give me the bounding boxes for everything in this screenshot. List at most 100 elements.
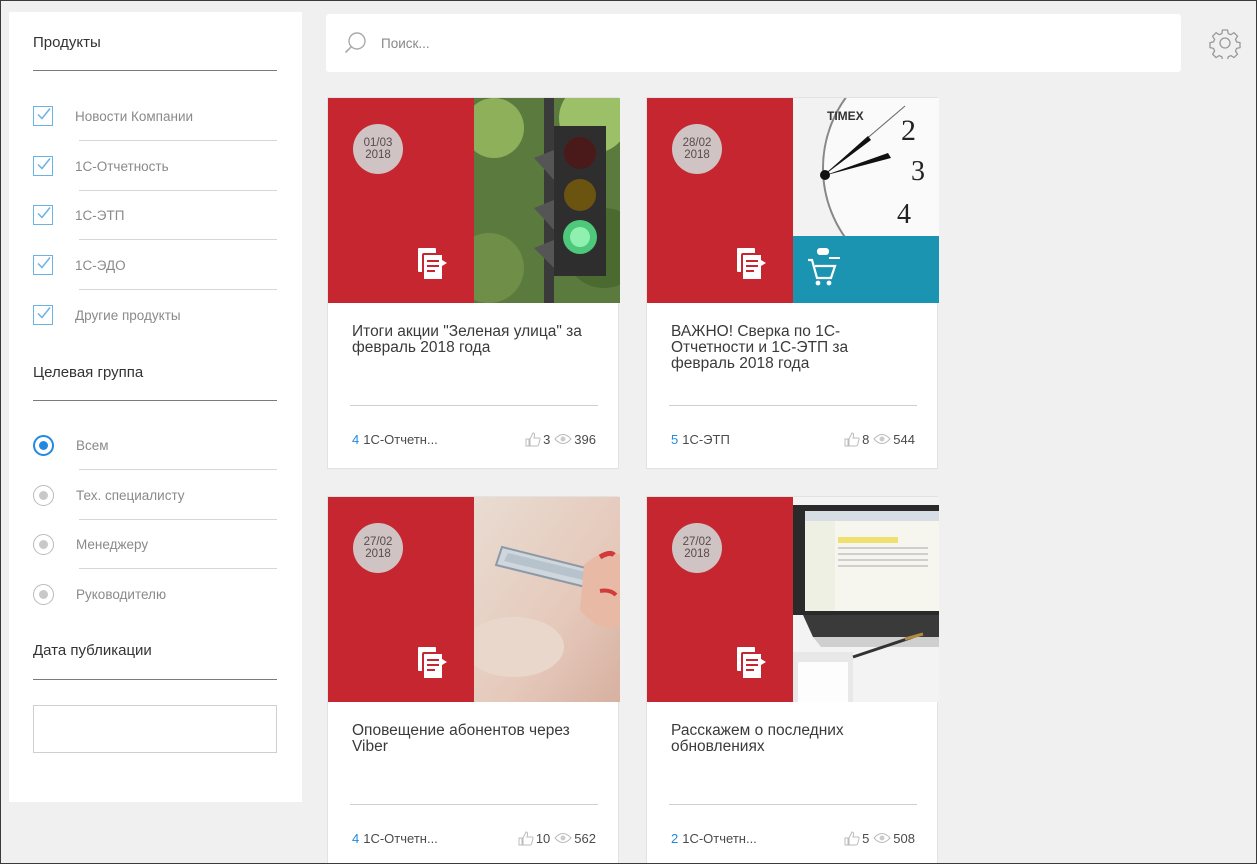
svg-text:4: 4: [897, 199, 911, 230]
radio-unselected[interactable]: [33, 583, 54, 605]
svg-text:TIMEX: TIMEX: [827, 109, 864, 123]
audience-option-director[interactable]: Руководителю: [33, 569, 277, 619]
card-stats: 5 508: [844, 831, 915, 846]
date-year: 2018: [684, 548, 710, 560]
date-heading: Дата публикации: [33, 642, 152, 659]
phone-hand-photo: [474, 497, 620, 702]
svg-text:2: 2: [901, 114, 916, 147]
divider: [33, 400, 277, 401]
card-title: Расскажем о последних обновлениях: [671, 722, 844, 755]
checkbox-checked[interactable]: [33, 106, 53, 126]
laptop-photo: [793, 497, 939, 702]
filter-label: 1С-ЭТП: [75, 207, 125, 223]
likes-count: 8: [862, 431, 870, 447]
radio-unselected[interactable]: [33, 533, 54, 555]
date-badge: 27/02 2018: [353, 523, 403, 573]
audience-option-all[interactable]: Всем: [33, 420, 277, 470]
eye-icon: [873, 434, 891, 444]
checkbox-checked[interactable]: [33, 156, 53, 176]
option-label: Тех. специалисту: [76, 487, 185, 503]
thumbs-up-icon[interactable]: [844, 830, 860, 846]
product-tag[interactable]: 1С-Отчетн...: [363, 831, 438, 846]
traffic-light-photo: [474, 98, 620, 303]
option-label: Всем: [76, 437, 109, 453]
card-red-panel: 28/02 2018: [647, 98, 793, 303]
divider: [33, 679, 277, 680]
product-count: 4: [352, 830, 360, 846]
checkbox-checked[interactable]: [33, 205, 53, 225]
divider: [350, 405, 598, 406]
checkbox-checked[interactable]: [33, 305, 53, 325]
search-icon: [344, 32, 366, 54]
news-card[interactable]: 28/02 2018 TIMEX 2 3 4 ВАЖНО! Сверка по …: [646, 97, 939, 469]
product-filter-other[interactable]: Другие продукты: [33, 290, 277, 340]
eye-icon: [873, 833, 891, 843]
card-stats: 8 544: [844, 432, 915, 447]
likes-count: 5: [862, 830, 870, 846]
news-card[interactable]: 27/02 2018: [646, 496, 939, 864]
card-footer: 4 1С-Отчетн... 10 562: [352, 830, 596, 846]
search-bar[interactable]: [326, 14, 1181, 72]
date-badge: 27/02 2018: [672, 523, 722, 573]
product-filter-news[interactable]: Новости Компании: [33, 91, 277, 141]
filter-label: 1С-Отчетность: [75, 158, 169, 174]
product-count: 2: [671, 830, 679, 846]
radio-selected[interactable]: [33, 434, 54, 456]
document-icon: [737, 248, 766, 281]
gear-icon[interactable]: [1209, 27, 1241, 59]
radio-unselected[interactable]: [33, 484, 54, 506]
card-red-panel: 27/02 2018: [647, 497, 793, 702]
publication-date-input[interactable]: [33, 705, 277, 753]
likes-count: 10: [535, 830, 551, 846]
views-count: 396: [574, 431, 596, 447]
date-badge: 01/03 2018: [353, 124, 403, 174]
card-red-panel: 27/02 2018: [328, 497, 474, 702]
document-icon: [418, 248, 447, 281]
filter-label: Другие продукты: [75, 307, 181, 323]
thumbs-up-icon[interactable]: [844, 431, 860, 447]
product-tag[interactable]: 1С-ЭТП: [682, 432, 730, 447]
products-heading: Продукты: [33, 34, 101, 51]
product-filter-1c-reporting[interactable]: 1С-Отчетность: [33, 141, 277, 191]
views-count: 544: [893, 431, 915, 447]
date-year: 2018: [684, 149, 710, 161]
search-input[interactable]: [381, 35, 1081, 51]
document-icon: [737, 647, 766, 680]
date-day: 28/02: [682, 137, 712, 149]
option-label: Менеджеру: [76, 536, 149, 552]
product-tag[interactable]: 1С-Отчетн...: [363, 432, 438, 447]
card-title: ВАЖНО! Сверка по 1С-Отчетности и 1С-ЭТП …: [671, 323, 849, 372]
product-count: 5: [671, 431, 679, 447]
date-year: 2018: [365, 548, 391, 560]
views-count: 562: [574, 830, 596, 846]
news-card[interactable]: 27/02 2018: [327, 496, 620, 864]
option-label: Руководителю: [76, 586, 167, 602]
date-year: 2018: [365, 149, 391, 161]
document-icon: [418, 647, 447, 680]
thumbs-up-icon[interactable]: [518, 830, 534, 846]
views-count: 508: [893, 830, 915, 846]
audience-option-tech[interactable]: Тех. специалисту: [33, 470, 277, 520]
news-card[interactable]: 01/03 2018 Итоги акции "Зеленая улица" з…: [327, 97, 620, 469]
svg-text:3: 3: [911, 156, 925, 187]
card-footer: 4 1С-Отчетн... 3 396: [352, 431, 596, 447]
thumbs-up-icon[interactable]: [525, 431, 541, 447]
filter-label: Новости Компании: [75, 108, 194, 124]
date-day: 27/02: [363, 536, 393, 548]
date-badge: 28/02 2018: [672, 124, 722, 174]
divider: [669, 804, 917, 805]
card-title: Итоги акции "Зеленая улица" за февраль 2…: [352, 323, 582, 356]
audience-heading: Целевая группа: [33, 364, 144, 381]
card-footer: 2 1С-Отчетн... 5 508: [671, 830, 915, 846]
date-day: 27/02: [682, 536, 712, 548]
product-filter-1c-etp[interactable]: 1С-ЭТП: [33, 190, 277, 240]
product-filter-1c-edo[interactable]: 1С-ЭДО: [33, 240, 277, 290]
eye-icon: [554, 434, 572, 444]
card-stats: 10 562: [518, 831, 596, 846]
product-tag[interactable]: 1С-Отчетн...: [682, 831, 757, 846]
audience-option-manager[interactable]: Менеджеру: [33, 519, 277, 569]
clock-photo: TIMEX 2 3 4: [793, 98, 939, 303]
date-day: 01/03: [363, 137, 393, 149]
checkbox-checked[interactable]: [33, 255, 53, 275]
divider: [350, 804, 598, 805]
